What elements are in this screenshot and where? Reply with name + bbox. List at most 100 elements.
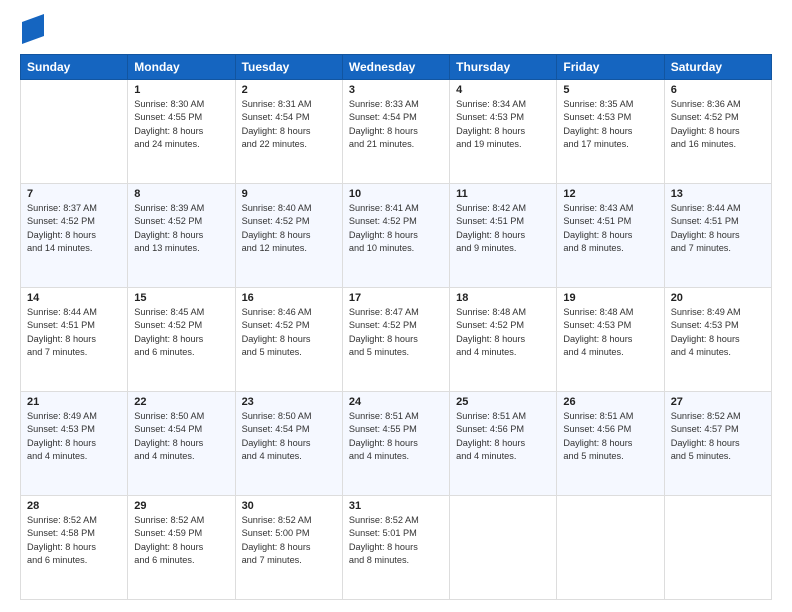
day-info: Sunrise: 8:48 AM Sunset: 4:53 PM Dayligh… (563, 306, 657, 359)
day-info: Sunrise: 8:31 AM Sunset: 4:54 PM Dayligh… (242, 98, 336, 151)
calendar-cell: 1 Sunrise: 8:30 AM Sunset: 4:55 PM Daylig… (128, 80, 235, 184)
day-header-saturday: Saturday (664, 55, 771, 80)
calendar-cell: 4 Sunrise: 8:34 AM Sunset: 4:53 PM Daylig… (450, 80, 557, 184)
day-info: Sunrise: 8:30 AM Sunset: 4:55 PM Dayligh… (134, 98, 228, 151)
calendar-cell: 21 Sunrise: 8:49 AM Sunset: 4:53 PM Dayli… (21, 392, 128, 496)
day-number: 16 (242, 292, 336, 304)
day-number: 11 (456, 188, 550, 200)
calendar-cell: 3 Sunrise: 8:33 AM Sunset: 4:54 PM Daylig… (342, 80, 449, 184)
day-number: 7 (27, 188, 121, 200)
day-info: Sunrise: 8:52 AM Sunset: 5:01 PM Dayligh… (349, 514, 443, 567)
day-number: 9 (242, 188, 336, 200)
day-number: 6 (671, 84, 765, 96)
calendar-week-4: 21 Sunrise: 8:49 AM Sunset: 4:53 PM Dayli… (21, 392, 772, 496)
day-info: Sunrise: 8:34 AM Sunset: 4:53 PM Dayligh… (456, 98, 550, 151)
day-number: 20 (671, 292, 765, 304)
calendar-cell: 5Sunrise: 8:35 AM Sunset: 4:53 PM Daylig… (557, 80, 664, 184)
calendar-week-2: 7 Sunrise: 8:37 AM Sunset: 4:52 PM Daylig… (21, 184, 772, 288)
calendar-cell: 17Sunrise: 8:47 AM Sunset: 4:52 PM Dayli… (342, 288, 449, 392)
calendar-cell: 19 Sunrise: 8:48 AM Sunset: 4:53 PM Dayli… (557, 288, 664, 392)
day-number: 21 (27, 396, 121, 408)
calendar-cell: 9Sunrise: 8:40 AM Sunset: 4:52 PM Daylig… (235, 184, 342, 288)
calendar-cell: 14 Sunrise: 8:44 AM Sunset: 4:51 PM Dayli… (21, 288, 128, 392)
day-number: 10 (349, 188, 443, 200)
day-header-monday: Monday (128, 55, 235, 80)
calendar-cell: 30 Sunrise: 8:52 AM Sunset: 5:00 PM Dayli… (235, 496, 342, 600)
day-info: Sunrise: 8:52 AM Sunset: 4:58 PM Dayligh… (27, 514, 121, 567)
day-number: 19 (563, 292, 657, 304)
calendar-cell: 24 Sunrise: 8:51 AM Sunset: 4:55 PM Dayli… (342, 392, 449, 496)
page: SundayMondayTuesdayWednesdayThursdayFrid… (0, 0, 792, 612)
calendar-cell: 2 Sunrise: 8:31 AM Sunset: 4:54 PM Daylig… (235, 80, 342, 184)
day-info: Sunrise: 8:43 AM Sunset: 4:51 PM Dayligh… (563, 202, 657, 255)
calendar-week-5: 28Sunrise: 8:52 AM Sunset: 4:58 PM Dayli… (21, 496, 772, 600)
day-header-tuesday: Tuesday (235, 55, 342, 80)
calendar-cell: 8Sunrise: 8:39 AM Sunset: 4:52 PM Daylig… (128, 184, 235, 288)
calendar-cell: 16 Sunrise: 8:46 AM Sunset: 4:52 PM Dayli… (235, 288, 342, 392)
calendar-cell (664, 496, 771, 600)
day-info: Sunrise: 8:41 AM Sunset: 4:52 PM Dayligh… (349, 202, 443, 255)
day-number: 2 (242, 84, 336, 96)
calendar-cell: 29 Sunrise: 8:52 AM Sunset: 4:59 PM Dayli… (128, 496, 235, 600)
calendar-cell: 27 Sunrise: 8:52 AM Sunset: 4:57 PM Dayli… (664, 392, 771, 496)
day-info: Sunrise: 8:44 AM Sunset: 4:51 PM Dayligh… (671, 202, 765, 255)
day-number: 22 (134, 396, 228, 408)
day-info: Sunrise: 8:36 AM Sunset: 4:52 PM Dayligh… (671, 98, 765, 151)
day-info: Sunrise: 8:52 AM Sunset: 4:59 PM Dayligh… (134, 514, 228, 567)
calendar-cell: 28Sunrise: 8:52 AM Sunset: 4:58 PM Dayli… (21, 496, 128, 600)
calendar-cell: 26Sunrise: 8:51 AM Sunset: 4:56 PM Dayli… (557, 392, 664, 496)
day-number: 26 (563, 396, 657, 408)
day-header-wednesday: Wednesday (342, 55, 449, 80)
day-info: Sunrise: 8:42 AM Sunset: 4:51 PM Dayligh… (456, 202, 550, 255)
day-info: Sunrise: 8:46 AM Sunset: 4:52 PM Dayligh… (242, 306, 336, 359)
day-number: 13 (671, 188, 765, 200)
calendar-cell: 22Sunrise: 8:50 AM Sunset: 4:54 PM Dayli… (128, 392, 235, 496)
day-number: 25 (456, 396, 550, 408)
day-info: Sunrise: 8:37 AM Sunset: 4:52 PM Dayligh… (27, 202, 121, 255)
day-info: Sunrise: 8:48 AM Sunset: 4:52 PM Dayligh… (456, 306, 550, 359)
day-info: Sunrise: 8:49 AM Sunset: 4:53 PM Dayligh… (671, 306, 765, 359)
day-number: 30 (242, 500, 336, 512)
day-info: Sunrise: 8:49 AM Sunset: 4:53 PM Dayligh… (27, 410, 121, 463)
calendar-cell: 6 Sunrise: 8:36 AM Sunset: 4:52 PM Daylig… (664, 80, 771, 184)
day-header-friday: Friday (557, 55, 664, 80)
day-info: Sunrise: 8:44 AM Sunset: 4:51 PM Dayligh… (27, 306, 121, 359)
day-info: Sunrise: 8:51 AM Sunset: 4:55 PM Dayligh… (349, 410, 443, 463)
day-number: 15 (134, 292, 228, 304)
calendar-week-3: 14 Sunrise: 8:44 AM Sunset: 4:51 PM Dayli… (21, 288, 772, 392)
day-number: 14 (27, 292, 121, 304)
calendar-cell: 23Sunrise: 8:50 AM Sunset: 4:54 PM Dayli… (235, 392, 342, 496)
calendar-cell (21, 80, 128, 184)
calendar-cell: 11 Sunrise: 8:42 AM Sunset: 4:51 PM Dayli… (450, 184, 557, 288)
calendar-cell: 18Sunrise: 8:48 AM Sunset: 4:52 PM Dayli… (450, 288, 557, 392)
calendar-cell: 13 Sunrise: 8:44 AM Sunset: 4:51 PM Dayli… (664, 184, 771, 288)
logo (20, 18, 44, 44)
day-info: Sunrise: 8:39 AM Sunset: 4:52 PM Dayligh… (134, 202, 228, 255)
calendar-cell: 15 Sunrise: 8:45 AM Sunset: 4:52 PM Dayli… (128, 288, 235, 392)
calendar-cell: 7 Sunrise: 8:37 AM Sunset: 4:52 PM Daylig… (21, 184, 128, 288)
day-info: Sunrise: 8:52 AM Sunset: 4:57 PM Dayligh… (671, 410, 765, 463)
day-info: Sunrise: 8:47 AM Sunset: 4:52 PM Dayligh… (349, 306, 443, 359)
day-info: Sunrise: 8:45 AM Sunset: 4:52 PM Dayligh… (134, 306, 228, 359)
day-number: 3 (349, 84, 443, 96)
day-header-thursday: Thursday (450, 55, 557, 80)
day-number: 1 (134, 84, 228, 96)
day-number: 24 (349, 396, 443, 408)
day-info: Sunrise: 8:52 AM Sunset: 5:00 PM Dayligh… (242, 514, 336, 567)
day-number: 29 (134, 500, 228, 512)
day-info: Sunrise: 8:33 AM Sunset: 4:54 PM Dayligh… (349, 98, 443, 151)
calendar-header-row: SundayMondayTuesdayWednesdayThursdayFrid… (21, 55, 772, 80)
day-number: 12 (563, 188, 657, 200)
calendar-cell: 10 Sunrise: 8:41 AM Sunset: 4:52 PM Dayli… (342, 184, 449, 288)
day-number: 31 (349, 500, 443, 512)
calendar-cell (450, 496, 557, 600)
calendar-cell: 31 Sunrise: 8:52 AM Sunset: 5:01 PM Dayli… (342, 496, 449, 600)
day-number: 4 (456, 84, 550, 96)
calendar-cell: 20 Sunrise: 8:49 AM Sunset: 4:53 PM Dayli… (664, 288, 771, 392)
calendar-cell (557, 496, 664, 600)
calendar-cell: 12 Sunrise: 8:43 AM Sunset: 4:51 PM Dayli… (557, 184, 664, 288)
day-number: 27 (671, 396, 765, 408)
day-info: Sunrise: 8:51 AM Sunset: 4:56 PM Dayligh… (456, 410, 550, 463)
calendar-cell: 25 Sunrise: 8:51 AM Sunset: 4:56 PM Dayli… (450, 392, 557, 496)
day-header-sunday: Sunday (21, 55, 128, 80)
